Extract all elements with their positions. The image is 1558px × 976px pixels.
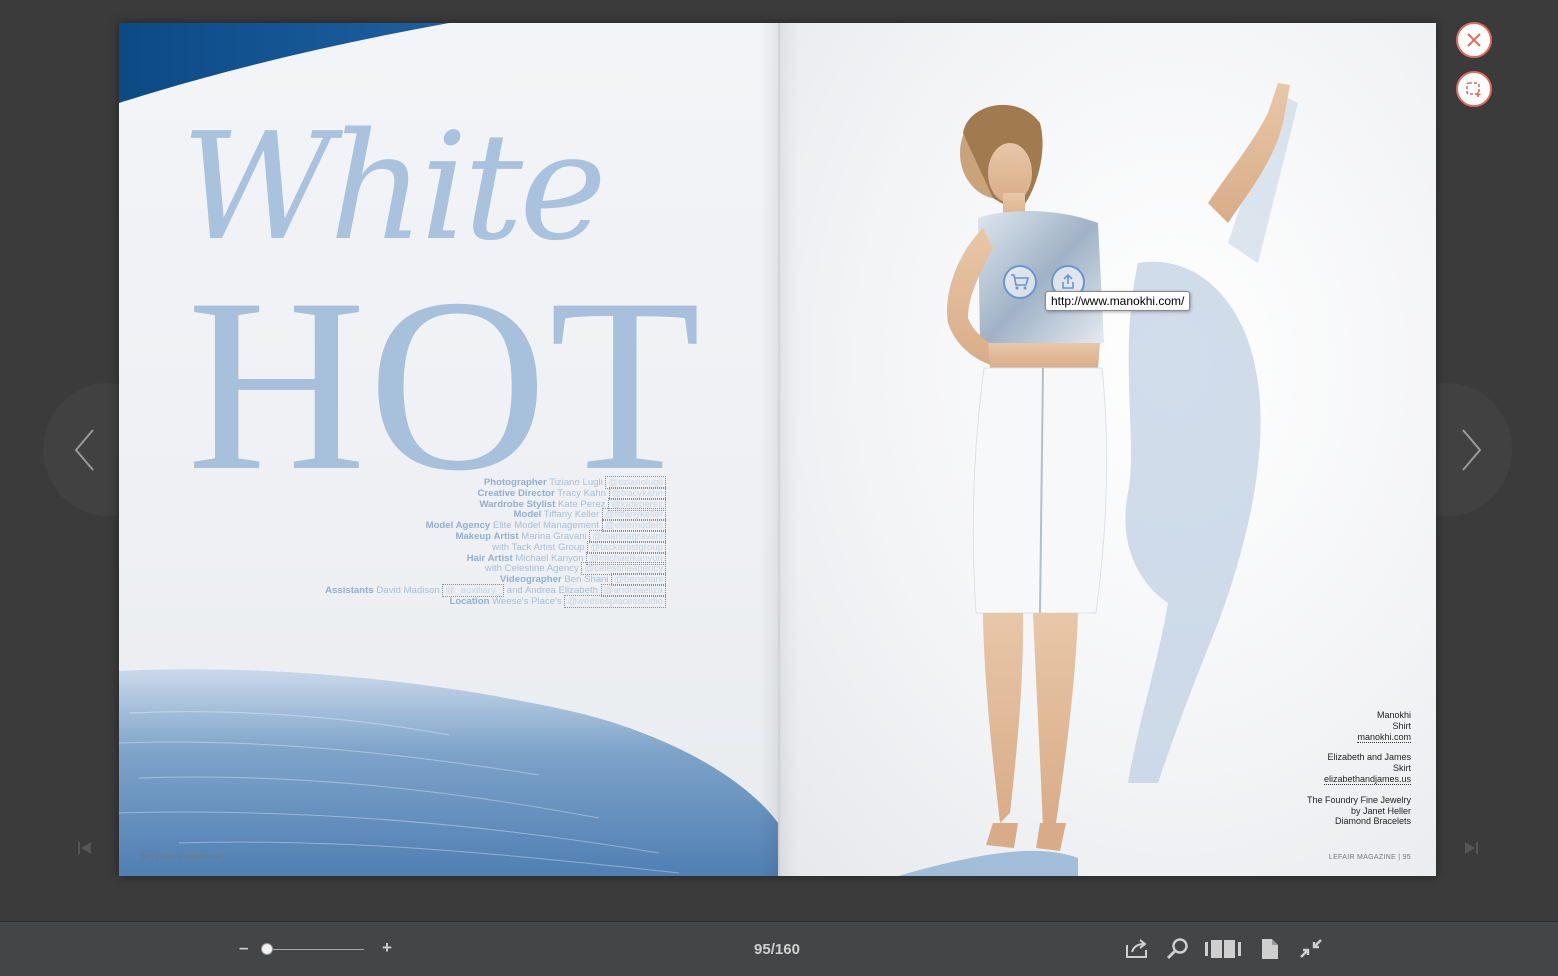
credit-role: Model Agency bbox=[425, 520, 491, 532]
close-button[interactable] bbox=[1456, 22, 1492, 58]
caption-item: Shirt bbox=[1392, 720, 1411, 731]
credit-role: Makeup Artist bbox=[455, 530, 519, 542]
credit-role: Photographer bbox=[483, 477, 547, 488]
credit-name: with Tack Artist Group bbox=[492, 541, 585, 553]
credit-name: Marina Gravani bbox=[521, 530, 587, 542]
caption-item: Skirt bbox=[1393, 763, 1411, 774]
credit-role: Assistants bbox=[325, 584, 374, 596]
folio-right: LEFAIR MAGAZINE | 95 bbox=[1328, 854, 1411, 861]
add-bookmark-icon bbox=[1466, 82, 1481, 97]
credit-name: Michael Kanyon bbox=[515, 552, 584, 564]
credit-row: Location Weese's Place's @weesesplacesst… bbox=[325, 594, 666, 608]
exit-fullscreen-icon[interactable] bbox=[1298, 937, 1324, 961]
single-page-icon[interactable] bbox=[1257, 937, 1283, 961]
close-icon bbox=[1467, 33, 1481, 47]
caption-group: The Foundry Fine Jewelry by Janet Heller… bbox=[1307, 795, 1411, 827]
credits-block: Photographer Tiziano Lugli @tizianolugli… bbox=[325, 476, 666, 608]
caption-link[interactable]: manokhi.com bbox=[1357, 731, 1411, 743]
credit-role: Wardrobe Stylist bbox=[479, 498, 556, 510]
magazine-viewer: White HOT Photographer Tiziano Lugli @ti… bbox=[0, 0, 1558, 976]
credit-handle-link[interactable]: @weesesplacesstudio bbox=[564, 594, 666, 608]
caption-group: Elizabeth and James Skirt elizabethandja… bbox=[1307, 752, 1411, 785]
credit-name: David Madison bbox=[376, 584, 440, 596]
credit-role: Creative Director bbox=[477, 487, 555, 499]
thumbnails-icon[interactable] bbox=[1204, 937, 1242, 961]
share-icon bbox=[1062, 273, 1074, 289]
spread-gutter bbox=[759, 23, 799, 876]
credit-name: Kate Perez bbox=[557, 498, 606, 510]
credit-name: Weese's Place's bbox=[492, 595, 562, 607]
add-bookmark-button[interactable] bbox=[1456, 71, 1492, 107]
chevron-right-icon[interactable] bbox=[1461, 428, 1483, 472]
headline-script: White bbox=[181, 101, 607, 273]
first-page-icon[interactable] bbox=[77, 840, 93, 856]
folio-left: 94 | LEFAIR MAGAZINE bbox=[141, 854, 224, 861]
caption-brand: Manokhi bbox=[1376, 710, 1411, 720]
credit-role: Model bbox=[513, 509, 542, 521]
share-icon[interactable] bbox=[1124, 937, 1150, 961]
credit-name: Elite Model Management bbox=[492, 520, 600, 532]
page-counter: 95/160 bbox=[754, 941, 800, 958]
headline-big: HOT bbox=[187, 247, 703, 522]
caption-brand: Elizabeth and James bbox=[1327, 752, 1411, 763]
caption-detail: Diamond Bracelets bbox=[1334, 816, 1411, 827]
credit-role: Videographer bbox=[500, 574, 562, 586]
search-icon[interactable] bbox=[1165, 937, 1191, 961]
caption-link[interactable]: elizabethandjames.us bbox=[1323, 773, 1411, 785]
right-page: Manokhi Shirt manokhi.com Elizabeth and … bbox=[778, 23, 1436, 876]
shop-hotspot-button[interactable] bbox=[1003, 265, 1037, 299]
bottom-toolbar: – + 95/160 bbox=[0, 921, 1558, 976]
chevron-left-icon[interactable] bbox=[73, 428, 95, 472]
credit-role: Hair Artist bbox=[466, 552, 513, 564]
credit-name: Tracy Kahn bbox=[557, 487, 606, 499]
zoom-out-button[interactable]: – bbox=[239, 938, 248, 958]
magazine-spread[interactable]: White HOT Photographer Tiziano Lugli @ti… bbox=[119, 23, 1436, 876]
caption-item: by Janet Heller bbox=[1350, 805, 1411, 816]
link-tooltip: http://www.manokhi.com/ bbox=[1045, 291, 1191, 311]
cart-icon bbox=[1011, 274, 1030, 290]
caption-brand: The Foundry Fine Jewelry bbox=[1306, 794, 1411, 805]
zoom-slider-track[interactable] bbox=[265, 949, 364, 950]
zoom-in-button[interactable]: + bbox=[382, 938, 392, 958]
caption-group: Manokhi Shirt manokhi.com bbox=[1307, 710, 1411, 743]
last-page-icon[interactable] bbox=[1463, 840, 1479, 856]
credit-name: Tiffany Keller bbox=[543, 509, 600, 521]
credit-name: Tiziano Lugli bbox=[549, 477, 603, 488]
product-captions: Manokhi Shirt manokhi.com Elizabeth and … bbox=[1307, 710, 1411, 837]
zoom-slider-handle[interactable] bbox=[260, 943, 273, 955]
credit-name: with Celestine Agency bbox=[484, 563, 579, 575]
credit-role: Location bbox=[449, 595, 490, 607]
left-page: White HOT Photographer Tiziano Lugli @ti… bbox=[119, 23, 778, 876]
